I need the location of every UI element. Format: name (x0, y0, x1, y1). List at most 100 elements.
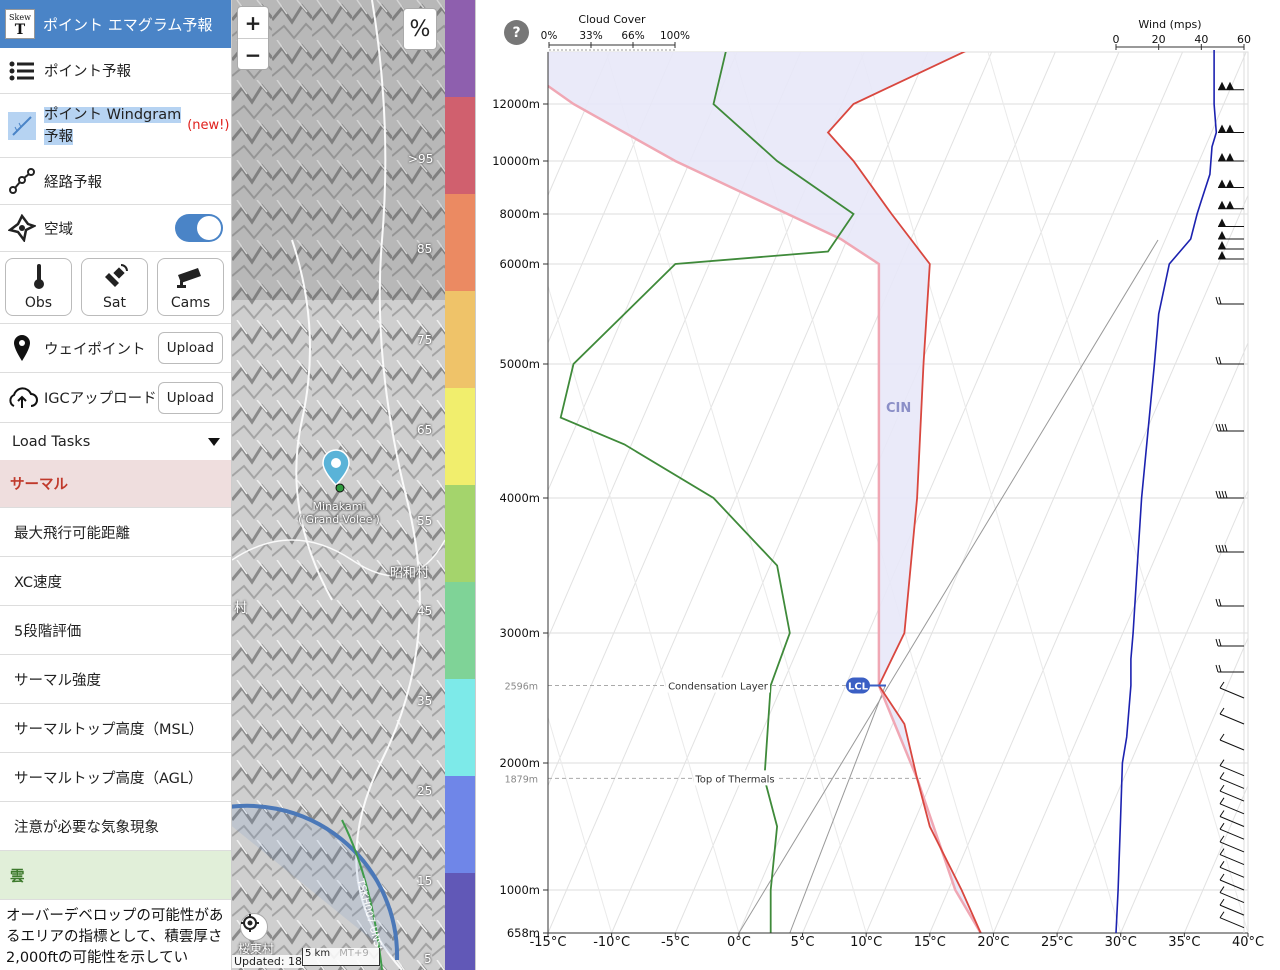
menu-windgram[interactable]: ポイント Windgram 予報 (new!) (0, 94, 231, 158)
wind-tick-label: 20 (1152, 33, 1166, 46)
thermal-item[interactable]: サーマルトップ高度（AGL） (0, 753, 231, 802)
igc-upload-button[interactable]: Upload (157, 381, 223, 414)
skew-t-svg: CIN Condensation Layer Top of Thermals 2596… (476, 13, 1264, 950)
legend-swatch (445, 194, 475, 291)
tile-label: Obs (24, 295, 53, 311)
terrain-relief: TSKH007 UNSI (232, 0, 445, 970)
legend-swatch (445, 291, 475, 388)
menu-igc: IGCアップロード Upload (0, 373, 231, 423)
x-tick-label: 0°C (727, 935, 751, 950)
windgram-icon (0, 111, 44, 141)
edge-label: 村 (234, 601, 248, 616)
sidebar: Skew T ポイント エマグラム予報 ポイント予報 ポイント Windgram … (0, 0, 232, 970)
timezone-fragment: MT+9 (339, 948, 369, 959)
tile-label: Sat (103, 295, 126, 311)
x-tick-label: 25°C (1041, 935, 1073, 950)
y-tick-label: 2000m (500, 756, 540, 770)
map-scale: 5 km MT+9 (302, 948, 380, 966)
load-tasks-dropdown[interactable]: Load Tasks (0, 423, 231, 460)
skew-t-logo: Skew T (5, 9, 35, 39)
contour-label: 5 (424, 952, 432, 966)
app-header[interactable]: Skew T ポイント エマグラム予報 (0, 0, 231, 48)
tile-obs[interactable]: Obs (5, 258, 72, 316)
tile-cams[interactable]: Cams (157, 258, 224, 316)
thermal-item[interactable]: 注意が必要な気象現象 (0, 802, 231, 851)
thermal-item[interactable]: 最大飛行可能距離 (0, 508, 231, 557)
thermal-item[interactable]: XC速度 (0, 557, 231, 606)
terrain-map[interactable]: TSKH007 UNSI + − % >95 85 75 65 55 45 35… (232, 0, 445, 970)
legend-swatch (445, 679, 475, 776)
legend-swatch (445, 0, 475, 97)
wind-tick-label: 0 (1113, 33, 1120, 46)
contour-label: 45 (417, 604, 433, 618)
x-tick-label: -5°C (661, 935, 690, 950)
waypoint-upload-button[interactable]: Upload (157, 332, 223, 364)
menu-label: 空域 (44, 221, 73, 238)
cloud-cover-tick-label: 0% (541, 30, 558, 42)
station-name: Minakami (312, 500, 366, 513)
skew-t-chart: ? CIN Condensation Layer Top of Thermals 25… (475, 0, 1280, 970)
y-tick-label: 8000m (500, 207, 540, 221)
zoom-in-button[interactable]: + (238, 7, 268, 39)
airspace-icon (0, 214, 44, 242)
x-tick-label: 5°C (791, 935, 815, 950)
cloud-cover-tick-label: 100% (660, 30, 690, 42)
thermal-top-label: Top of Thermals (694, 774, 774, 785)
wind-tick-label: 60 (1237, 33, 1251, 46)
satellite-icon (82, 259, 147, 289)
legend-swatch (445, 485, 475, 582)
zoom-out-button[interactable]: − (238, 39, 268, 71)
app-title: ポイント エマグラム予報 (43, 15, 213, 34)
contour-label: 35 (417, 694, 433, 708)
contour-label: 85 (417, 242, 433, 256)
contour-label: 75 (417, 333, 433, 347)
x-tick-label: 15°C (914, 935, 946, 950)
section-thermal[interactable]: サーマル (0, 460, 231, 508)
thermal-item[interactable]: サーマル強度 (0, 655, 231, 704)
adiabat-line (476, 52, 484, 933)
station-sub: ('Grand-Volee') (298, 513, 380, 526)
chevron-down-icon (208, 434, 220, 450)
x-tick-label: -10°C (593, 935, 630, 950)
scale-label: 5 km (305, 948, 331, 959)
menu-waypoint: ウェイポイント Upload (0, 323, 231, 373)
station-label[interactable]: Minakami ('Grand-Volee') (294, 500, 384, 526)
list-icon (0, 60, 44, 82)
y-tick-label: 10000m (492, 154, 540, 168)
legend-swatch (445, 873, 475, 970)
x-tick-label: 40°C (1232, 935, 1264, 950)
percent-button[interactable]: % (403, 8, 437, 50)
y-tick-label: 3000m (500, 626, 540, 640)
contour-label: 15 (417, 874, 433, 888)
location-pin-icon (0, 334, 44, 362)
y-tick-label: 12000m (492, 97, 540, 111)
condensation-label: Condensation Layer (668, 682, 769, 693)
menu-route-forecast[interactable]: 経路予報 (0, 158, 231, 205)
cloud-cover-tick-label: 66% (621, 30, 644, 42)
contour-label: 55 (417, 514, 433, 528)
thermal-top-alt: 1879m (505, 774, 538, 785)
locate-button[interactable] (240, 913, 268, 941)
menu-point-forecast[interactable]: ポイント予報 (0, 48, 231, 94)
tile-sat[interactable]: Sat (81, 258, 148, 316)
menu-label: IGCアップロード (44, 391, 157, 407)
y-tick-label: 6000m (500, 257, 540, 271)
cloud-upload-icon (0, 386, 44, 410)
thermal-item[interactable]: 5段階評価 (0, 606, 231, 655)
menu-label-2: 予報 (44, 128, 73, 145)
zoom-control: + − (237, 6, 269, 70)
menu-label: 経路予報 (44, 174, 102, 191)
wind-title: Wind (mps) (1138, 18, 1201, 31)
legend-swatch (445, 776, 475, 873)
isotherm-line (1247, 931, 1248, 933)
thermal-item[interactable]: サーマルトップ高度（MSL） (0, 704, 231, 753)
section-cloud[interactable]: 雲 (0, 851, 231, 900)
y-tick-label: 5000m (500, 357, 540, 371)
tile-label: Cams (170, 295, 211, 311)
isotherm-line (476, 52, 483, 933)
y-tick-label: 4000m (500, 491, 540, 505)
contour-label: 65 (417, 423, 433, 437)
camera-icon (158, 259, 223, 289)
airspace-toggle[interactable] (175, 214, 223, 242)
new-badge: (new!) (187, 118, 230, 133)
